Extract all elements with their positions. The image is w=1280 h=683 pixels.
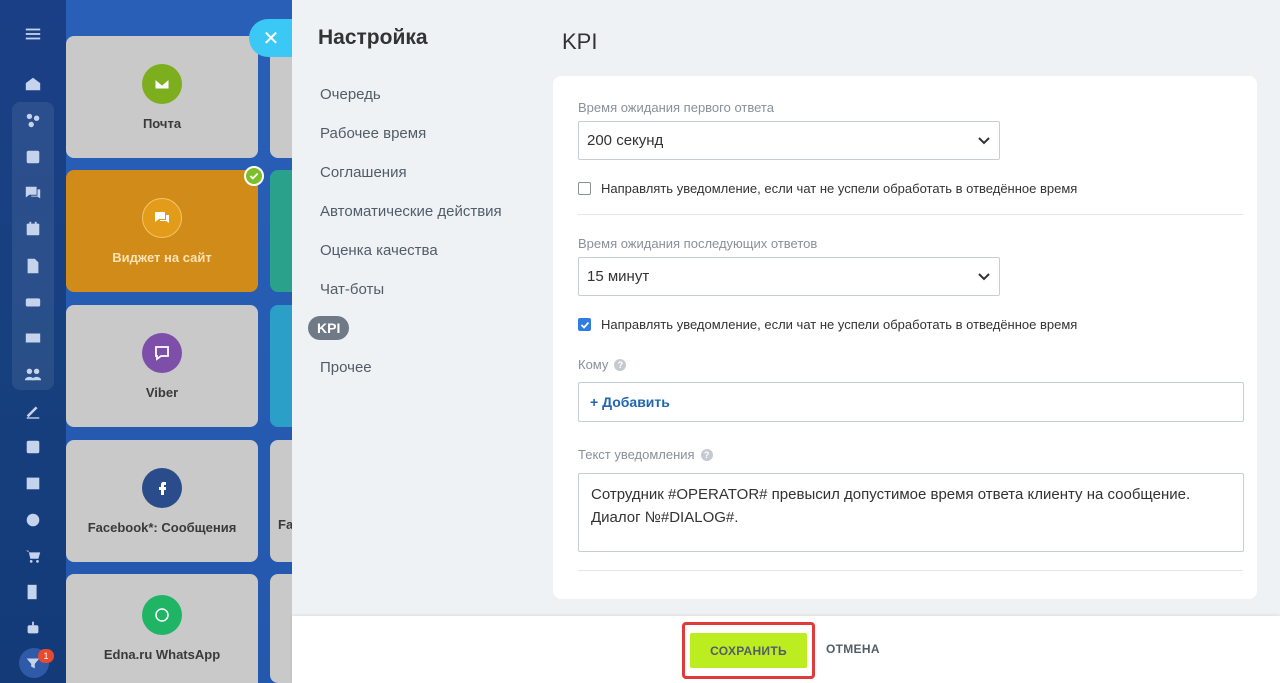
settings-panel: Настройка Очередь Рабочее время Соглашен… bbox=[292, 0, 1280, 683]
help-icon[interactable]: ? bbox=[614, 358, 627, 371]
nav-item-other[interactable]: Прочее bbox=[308, 355, 514, 394]
planner-icon[interactable] bbox=[21, 471, 45, 495]
facebook-icon bbox=[142, 467, 182, 508]
divider bbox=[578, 570, 1243, 571]
calendar-icon[interactable] bbox=[21, 217, 45, 241]
document-icon[interactable] bbox=[21, 254, 45, 278]
add-recipient-link[interactable]: + Добавить bbox=[590, 394, 670, 410]
checkmark-icon bbox=[244, 166, 264, 186]
nav-item-kpi-label: KPI bbox=[308, 316, 350, 340]
viber-icon bbox=[142, 332, 182, 373]
notify-row-1[interactable]: Направлять уведомление, если чат не успе… bbox=[578, 181, 1077, 196]
add-recipient-box[interactable]: + Добавить bbox=[578, 382, 1244, 422]
sign-icon[interactable] bbox=[21, 399, 45, 423]
cancel-button[interactable]: ОТМЕНА bbox=[826, 642, 880, 656]
divider bbox=[578, 214, 1243, 215]
nav-item-chatbots[interactable]: Чат-боты bbox=[308, 277, 514, 316]
notification-text-label: Текст уведомления ? bbox=[578, 447, 713, 462]
mail-icon[interactable] bbox=[21, 326, 45, 350]
nav-item-working-hours[interactable]: Рабочее время bbox=[308, 121, 514, 160]
tile-site-widget[interactable]: Виджет на сайт bbox=[66, 170, 258, 292]
notification-text-line-1: Сотрудник #OPERATOR# превысил допустимое… bbox=[591, 486, 1191, 503]
nav-item-queue[interactable]: Очередь bbox=[308, 82, 514, 121]
forms-icon[interactable] bbox=[21, 580, 45, 604]
connector-tiles: Почта Виджет на сайт Viber Facebook*: Со… bbox=[66, 0, 300, 683]
notification-badge: 1 bbox=[38, 649, 54, 663]
help-icon[interactable]: ? bbox=[700, 448, 713, 461]
menu-icon[interactable] bbox=[21, 22, 45, 46]
panel-title: Настройка bbox=[318, 26, 428, 49]
tile-label: Facebook*: Сообщения bbox=[87, 519, 237, 535]
notification-text-area[interactable]: Сотрудник #OPERATOR# превысил допустимое… bbox=[578, 473, 1244, 552]
check-icon bbox=[580, 321, 589, 329]
nav-item-agreements[interactable]: Соглашения bbox=[308, 160, 514, 199]
chat-icon bbox=[142, 197, 182, 238]
mail-icon bbox=[142, 63, 182, 104]
notify-label-2: Направлять уведомление, если чат не успе… bbox=[601, 317, 1078, 332]
feed-icon[interactable] bbox=[21, 145, 45, 169]
nav-item-auto-actions[interactable]: Автоматические действия bbox=[308, 199, 514, 238]
first-response-select[interactable]: 200 секунд bbox=[578, 121, 1000, 160]
home-icon[interactable] bbox=[21, 72, 45, 96]
to-label: Кому ? bbox=[578, 357, 627, 372]
crm-icon[interactable] bbox=[21, 108, 45, 132]
tasks-icon[interactable] bbox=[21, 435, 45, 459]
chat-icon[interactable] bbox=[21, 181, 45, 205]
notify-checkbox-2[interactable] bbox=[578, 318, 591, 331]
save-button-highlight: СОХРАНИТЬ bbox=[682, 622, 815, 679]
kpi-form-card: Время ожидания первого ответа 200 секунд… bbox=[553, 76, 1257, 599]
settings-nav: Очередь Рабочее время Соглашения Автомат… bbox=[308, 82, 514, 394]
chevron-down-icon bbox=[978, 136, 990, 144]
nav-item-kpi[interactable]: KPI bbox=[308, 316, 514, 355]
tile-label: Edna.ru WhatsApp bbox=[103, 647, 221, 662]
save-button[interactable]: СОХРАНИТЬ bbox=[690, 633, 807, 668]
tile-label: Viber bbox=[145, 384, 179, 400]
tile-edna[interactable]: Edna.ru WhatsApp bbox=[66, 574, 258, 683]
tile-partial-label: Fa bbox=[278, 517, 294, 532]
shop-icon[interactable] bbox=[21, 544, 45, 568]
goals-icon[interactable] bbox=[21, 508, 45, 532]
section-title: KPI bbox=[562, 29, 598, 54]
first-response-label: Время ожидания первого ответа bbox=[578, 100, 774, 115]
close-slider-button[interactable]: ✕ bbox=[249, 19, 293, 57]
notify-label-1: Направлять уведомление, если чат не успе… bbox=[601, 181, 1078, 196]
notification-text-line-2: Диалог №#DIALOG#. bbox=[591, 509, 739, 526]
tile-facebook[interactable]: Facebook*: Сообщения bbox=[66, 440, 258, 562]
groups-icon[interactable] bbox=[21, 362, 45, 386]
close-icon: ✕ bbox=[262, 27, 280, 50]
next-response-value: 15 минут bbox=[587, 268, 650, 285]
tile-label: Виджет на сайт bbox=[112, 249, 212, 265]
drive-icon[interactable] bbox=[21, 290, 45, 314]
footer-bar: СОХРАНИТЬ ОТМЕНА bbox=[292, 616, 1280, 683]
tile-viber[interactable]: Viber bbox=[66, 305, 258, 427]
next-response-select[interactable]: 15 минут bbox=[578, 257, 1000, 296]
chevron-down-icon bbox=[978, 272, 990, 280]
notify-row-2[interactable]: Направлять уведомление, если чат не успе… bbox=[578, 317, 1077, 332]
first-response-value: 200 секунд bbox=[587, 132, 664, 149]
left-rail: 1 bbox=[0, 0, 66, 683]
tile-mail[interactable]: Почта bbox=[66, 36, 258, 158]
tile-label: Почта bbox=[142, 115, 182, 131]
notify-checkbox-1[interactable] bbox=[578, 182, 591, 195]
edna-icon bbox=[142, 595, 182, 635]
next-response-label: Время ожидания последующих ответов bbox=[578, 236, 818, 251]
robot-icon[interactable] bbox=[21, 616, 45, 640]
nav-item-quality-rating[interactable]: Оценка качества bbox=[308, 238, 514, 277]
